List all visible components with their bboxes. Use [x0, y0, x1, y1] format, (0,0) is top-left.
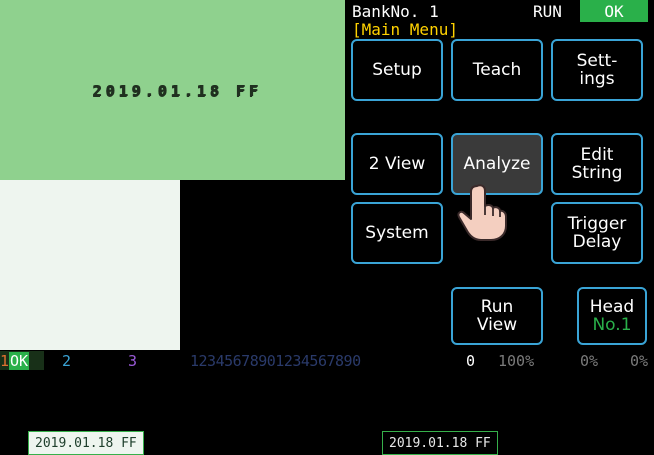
settings-button[interactable]: Sett- ings — [551, 39, 643, 101]
status-bar: 1 OK 2 3 12345678901234567890 0 100% 0% … — [0, 350, 654, 371]
camera-image-top: 2019.01.18 FF — [0, 0, 345, 180]
system-button[interactable]: System — [351, 202, 443, 264]
analyze-button-label: Analyze — [463, 154, 531, 174]
trigger-delay-button-label-2: Delay — [572, 232, 622, 252]
head-number-value: No.1 — [592, 315, 632, 335]
hand-pointer-icon — [457, 184, 507, 241]
edit-string-button[interactable]: Edit String — [551, 133, 643, 195]
recognized-string-left: 2019.01.18 FF — [28, 431, 144, 455]
run-view-button-label-1: Run — [480, 297, 514, 317]
status-1-number: 1 — [0, 351, 10, 370]
head-number-button-label: Head — [589, 297, 635, 317]
status-zero: 0 — [466, 351, 476, 370]
run-mode-label: RUN — [533, 2, 562, 21]
main-menu-panel: BankNo. 1 [Main Menu] RUN OK Setup Teach… — [345, 0, 654, 350]
two-view-button[interactable]: 2 View — [351, 133, 443, 195]
status-result-2: 2 — [62, 351, 112, 370]
menu-title: [Main Menu] — [352, 20, 458, 39]
trigger-delay-button[interactable]: Trigger Delay — [551, 202, 643, 264]
status-percent-2: 0% — [580, 351, 599, 370]
status-result-3: 3 — [128, 351, 178, 370]
settings-button-label-2: ings — [579, 69, 615, 89]
camera-image-bottom-left: 2019.01.18 FF — [0, 180, 180, 455]
run-view-button-label-2: View — [476, 315, 518, 335]
setup-button-label: Setup — [372, 60, 422, 80]
edit-string-button-label-2: String — [571, 163, 623, 183]
two-view-button-label: 2 View — [368, 154, 426, 174]
dot-matrix-print-text: 2019.01.18 FF — [92, 82, 262, 100]
setup-button[interactable]: Setup — [351, 39, 443, 101]
teach-button-label: Teach — [472, 60, 522, 80]
status-result-1: 1 OK — [0, 351, 44, 370]
head-number-button[interactable]: Head No.1 — [577, 287, 647, 345]
run-view-button[interactable]: Run View — [451, 287, 543, 345]
system-button-label: System — [365, 223, 429, 243]
status-percent-3: 0% — [630, 351, 649, 370]
edit-string-button-label-1: Edit — [580, 145, 614, 165]
camera-image-bottom-right: 2019.01.18 FF — [180, 180, 498, 455]
status-3-number: 3 — [128, 351, 138, 370]
teach-button[interactable]: Teach — [451, 39, 543, 101]
status-1-ok: OK — [9, 351, 30, 370]
status-percent-1: 100% — [498, 351, 535, 370]
bank-number: BankNo. 1 — [352, 2, 439, 21]
recognized-string-right: 2019.01.18 FF — [382, 431, 498, 455]
trigger-delay-button-label-1: Trigger — [567, 214, 627, 234]
status-2-number: 2 — [62, 351, 72, 370]
ok-status-badge: OK — [580, 0, 648, 22]
settings-button-label-1: Sett- — [576, 51, 618, 71]
status-sequence: 12345678901234567890 — [190, 351, 361, 370]
